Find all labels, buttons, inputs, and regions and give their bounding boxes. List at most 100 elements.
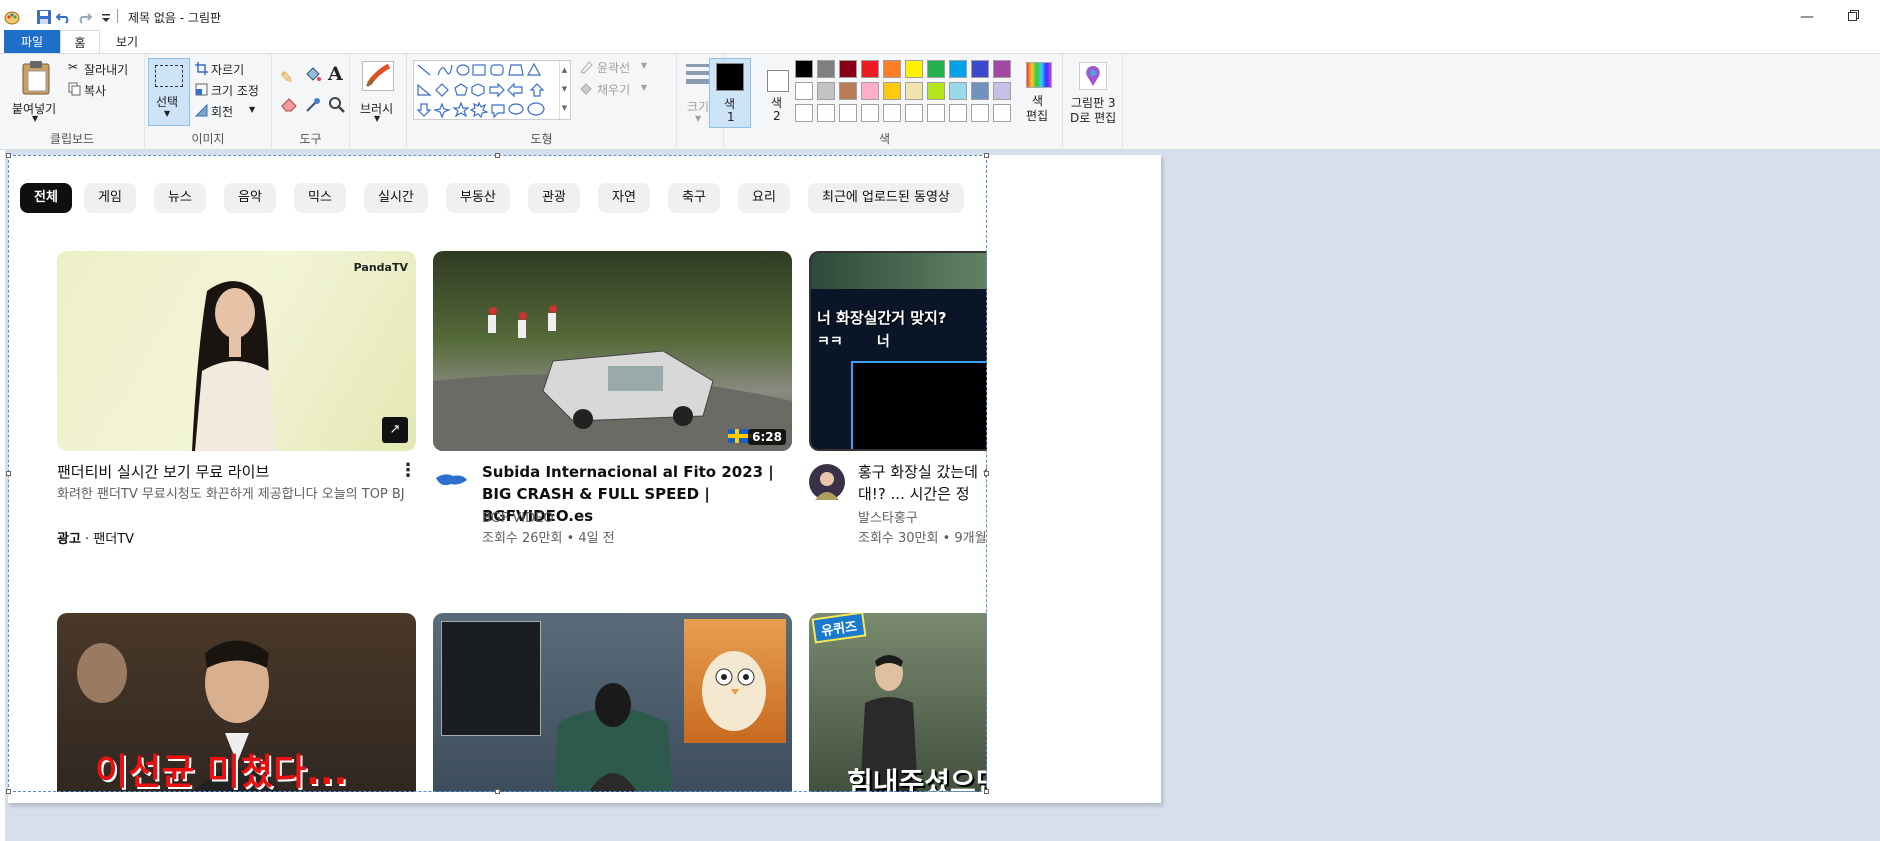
resize-handle-bottom-right[interactable] <box>984 789 989 794</box>
text-tool-icon[interactable]: A <box>328 63 343 85</box>
copy-button[interactable]: 복사 <box>68 81 140 99</box>
paint3d-group: 그림판 3 D로 편집 <box>1063 54 1123 150</box>
ad-channel[interactable]: · 팬더TV <box>81 532 134 547</box>
palette-custom-empty-1[interactable] <box>795 104 813 122</box>
palette-color-1-10[interactable] <box>993 60 1011 78</box>
palette-custom-empty-2[interactable] <box>817 104 835 122</box>
color-picker-icon[interactable] <box>304 96 322 117</box>
pasted-youtube-screenshot[interactable]: 전체게임뉴스음악믹스실시간부동산관광자연축구요리최근에 업로드된 동영상감상한 … <box>8 155 987 792</box>
chip-4[interactable]: 음악 <box>224 183 276 213</box>
crop-button[interactable]: 자르기 <box>195 60 267 78</box>
palette-color-1-1[interactable] <box>795 60 813 78</box>
palette-color-2-4[interactable] <box>861 82 879 100</box>
palette-color-1-3[interactable] <box>839 60 857 78</box>
more-options-icon[interactable]: ⋮ <box>399 462 417 480</box>
video-thumbnail-6[interactable]: 유퀴즈 힘내주셨으면 <box>809 613 987 792</box>
palette-custom-empty-8[interactable] <box>949 104 967 122</box>
minimize-button[interactable]: — <box>1784 0 1830 34</box>
color1-button[interactable]: 색 1 <box>709 58 751 128</box>
save-icon[interactable] <box>36 9 52 25</box>
palette-custom-empty-4[interactable] <box>861 104 879 122</box>
palette-custom-empty-6[interactable] <box>905 104 923 122</box>
chip-2[interactable]: 게임 <box>84 183 136 213</box>
cut-button[interactable]: ✂ 잘라내기 <box>68 60 140 78</box>
balstar-channel-avatar[interactable] <box>809 464 845 500</box>
chip-8[interactable]: 관광 <box>528 183 580 213</box>
select-button[interactable]: 선택 ▼ <box>148 58 190 126</box>
palette-color-1-4[interactable] <box>861 60 879 78</box>
palette-color-2-6[interactable] <box>905 82 923 100</box>
chip-9[interactable]: 자연 <box>598 183 650 213</box>
color2-button[interactable]: 색 2 <box>757 58 799 128</box>
palette-color-2-1[interactable] <box>795 82 813 100</box>
redo-icon[interactable] <box>76 9 93 25</box>
palette-color-2-10[interactable] <box>993 82 1011 100</box>
palette-color-1-5[interactable] <box>883 60 901 78</box>
chip-5[interactable]: 믹스 <box>294 183 346 213</box>
brushes-button[interactable]: 브러시 ▼ <box>354 58 402 130</box>
external-link-icon[interactable]: ↗ <box>382 417 408 443</box>
video-thumbnail-2[interactable]: 6:28 <box>433 251 792 451</box>
chip-10[interactable]: 축구 <box>668 183 720 213</box>
resize-handle-bottom-left[interactable] <box>6 789 11 794</box>
customize-qat-icon[interactable] <box>101 9 111 25</box>
paint-app-icon[interactable] <box>4 9 20 25</box>
outline-button[interactable]: 윤곽선 ▼ <box>579 58 669 76</box>
palette-color-1-9[interactable] <box>971 60 989 78</box>
palette-color-2-9[interactable] <box>971 82 989 100</box>
shapes-icons <box>416 62 545 119</box>
chip-7[interactable]: 부동산 <box>446 183 510 213</box>
video-title-1[interactable]: 팬더티비 실시간 보기 무료 라이브 <box>57 461 387 483</box>
palette-color-2-8[interactable] <box>949 82 967 100</box>
palette-custom-empty-3[interactable] <box>839 104 857 122</box>
palette-custom-empty-9[interactable] <box>971 104 989 122</box>
chip-3[interactable]: 뉴스 <box>154 183 206 213</box>
tab-file[interactable]: 파일 <box>4 30 60 54</box>
palette-color-2-2[interactable] <box>817 82 835 100</box>
resize-handle-left[interactable] <box>6 471 11 476</box>
palette-color-1-6[interactable] <box>905 60 923 78</box>
chip-1[interactable]: 전체 <box>20 183 72 213</box>
shapes-gallery[interactable]: ▲ ▼ ▼ <box>413 60 571 120</box>
chip-11[interactable]: 요리 <box>738 183 790 213</box>
video-thumbnail-4[interactable]: 이선균 미쳤다... <box>57 613 416 792</box>
video-thumbnail-3[interactable]: 너 화장실간거 맞지? ㅋㅋ 너 <box>809 251 987 451</box>
tab-view[interactable]: 보기 <box>104 30 150 54</box>
palette-color-1-8[interactable] <box>949 60 967 78</box>
bgf-channel-avatar[interactable] <box>433 464 469 500</box>
pencil-icon[interactable]: ✎ <box>280 68 293 87</box>
paint3d-button[interactable]: 그림판 3 D로 편집 <box>1065 58 1121 128</box>
palette-custom-empty-7[interactable] <box>927 104 945 122</box>
magnifier-icon[interactable] <box>328 96 346 117</box>
resize-handle-top[interactable] <box>495 153 500 158</box>
shapes-scroll[interactable]: ▲ ▼ ▼ <box>559 61 569 119</box>
palette-color-1-2[interactable] <box>817 60 835 78</box>
undo-icon[interactable] <box>55 9 72 25</box>
paste-button[interactable]: 붙여넣기 ▼ <box>8 58 64 130</box>
palette-custom-empty-5[interactable] <box>883 104 901 122</box>
fill-button[interactable]: 채우기 ▼ <box>579 80 669 98</box>
palette-color-2-3[interactable] <box>839 82 857 100</box>
tab-home[interactable]: 홈 <box>60 30 100 54</box>
fill-bucket-icon[interactable] <box>304 66 322 87</box>
palette-custom-empty-10[interactable] <box>993 104 1011 122</box>
video-thumbnail-5[interactable] <box>433 613 792 792</box>
eraser-icon[interactable] <box>280 96 298 115</box>
palette-color-2-7[interactable] <box>927 82 945 100</box>
resize-handle-bottom[interactable] <box>495 789 500 794</box>
chip-12[interactable]: 최근에 업로드된 동영상 <box>808 183 964 213</box>
resize-handle-top-left[interactable] <box>6 153 11 158</box>
video-thumbnail-1[interactable]: PandaTV ↗ <box>57 251 416 451</box>
resize-handle-top-right[interactable] <box>984 153 989 158</box>
video-channel-3[interactable]: 발스타홍구 <box>858 509 918 529</box>
rotate-button[interactable]: 회전 ▼ <box>195 102 271 120</box>
edit-colors-button[interactable]: 색 편집 <box>1016 58 1062 128</box>
palette-color-2-5[interactable] <box>883 82 901 100</box>
video-title-3[interactable]: 홍구 화장실 갔는데 상대!? ... 시간은 정 <box>858 461 987 505</box>
palette-color-1-7[interactable] <box>927 60 945 78</box>
resize-handle-right[interactable] <box>984 471 989 476</box>
restore-button[interactable] <box>1830 0 1876 34</box>
chip-6[interactable]: 실시간 <box>364 183 428 213</box>
resize-button[interactable]: 크기 조정 <box>195 81 271 99</box>
video-channel-2[interactable]: BGF VIDEO <box>482 509 554 529</box>
